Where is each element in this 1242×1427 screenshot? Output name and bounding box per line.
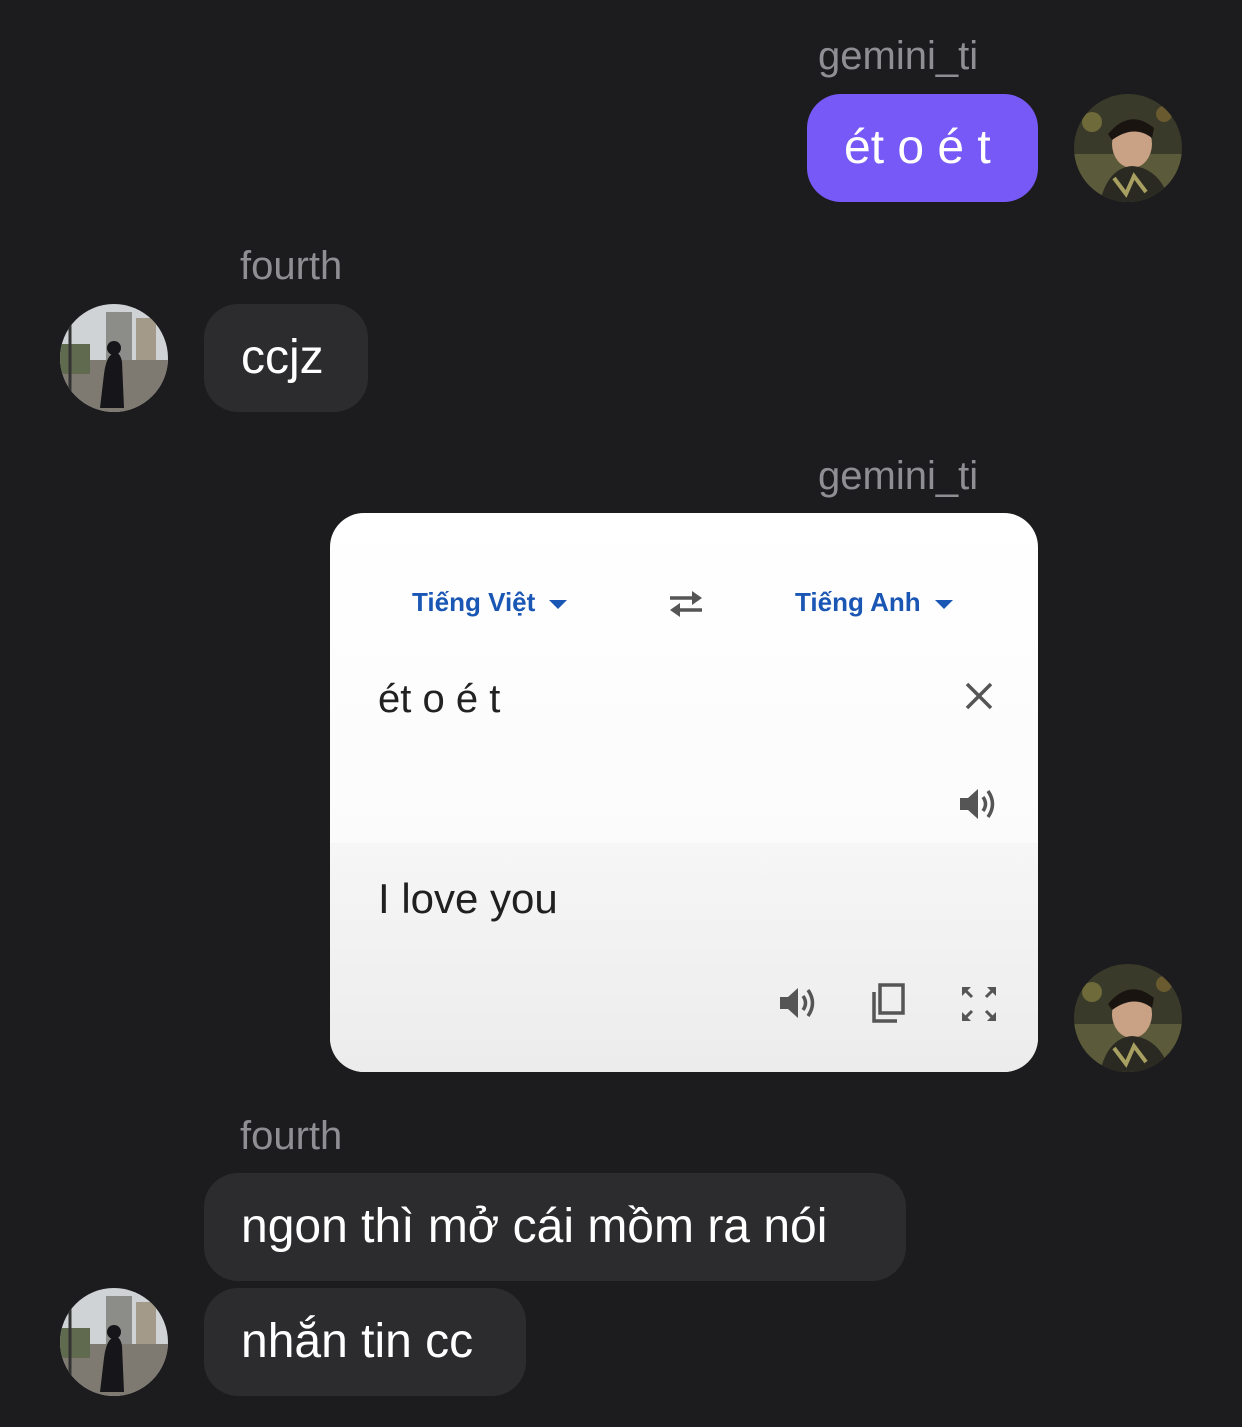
- source-language-select: Tiếng Việt: [412, 585, 568, 619]
- speaker-icon: [778, 984, 818, 1027]
- sender-name: fourth: [240, 1114, 343, 1158]
- sender-name: gemini_ti: [818, 454, 979, 498]
- avatar-fourth[interactable]: [60, 1288, 168, 1396]
- caret-down-icon: [549, 599, 568, 609]
- copy-icon: [870, 982, 906, 1029]
- swap-languages-icon: [666, 587, 706, 626]
- avatar-photo: [60, 1288, 168, 1396]
- fullscreen-icon: [959, 984, 999, 1029]
- close-icon: [963, 680, 995, 717]
- image-attachment-translate[interactable]: Tiếng Việt Tiếng Anh ét o é t I love you: [330, 513, 1038, 1072]
- sender-name: gemini_ti: [818, 34, 979, 78]
- source-text: ét o é t: [378, 677, 501, 721]
- avatar-photo: [1074, 94, 1182, 202]
- avatar-gemini-ti[interactable]: [1074, 964, 1182, 1072]
- source-language-label: Tiếng Việt: [412, 587, 536, 617]
- message-bubble-outgoing[interactable]: ét o é t: [807, 94, 1038, 202]
- avatar-photo: [60, 304, 168, 412]
- chat-thread: gemini_ti ét o é t fourth ccjz gemini_ti: [0, 0, 1242, 1427]
- speaker-icon: [958, 785, 998, 828]
- avatar-photo: [1074, 964, 1182, 1072]
- message-bubble-incoming[interactable]: ccjz: [204, 304, 368, 412]
- avatar-fourth[interactable]: [60, 304, 168, 412]
- message-bubble-incoming[interactable]: ngon thì mở cái mồm ra nói: [204, 1173, 906, 1281]
- target-language-label: Tiếng Anh: [795, 587, 921, 617]
- avatar-gemini-ti[interactable]: [1074, 94, 1182, 202]
- target-language-select: Tiếng Anh: [795, 585, 953, 619]
- translated-text: I love you: [378, 875, 558, 922]
- caret-down-icon: [934, 599, 953, 609]
- message-bubble-incoming[interactable]: nhắn tin cc: [204, 1288, 526, 1396]
- sender-name: fourth: [240, 244, 343, 288]
